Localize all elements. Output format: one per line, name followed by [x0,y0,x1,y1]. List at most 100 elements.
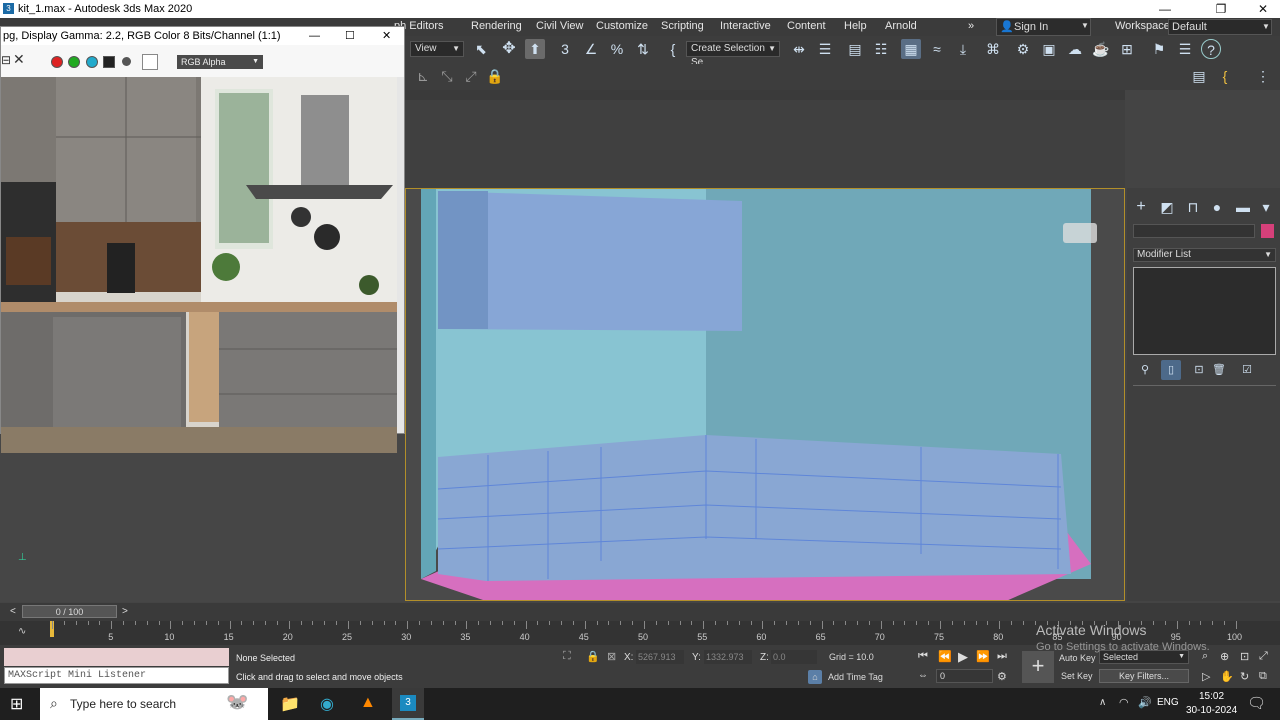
menu-overflow[interactable]: » [968,20,974,32]
sign-in-dropdown[interactable]: 👤 Sign In ▼ [996,18,1091,36]
image-scrollbar[interactable] [397,77,404,433]
language-indicator[interactable]: ENG [1157,697,1179,708]
vlc-icon[interactable]: ▲ [360,694,376,712]
utilities-tab-icon[interactable]: ▾ [1259,197,1273,217]
named-selection-icon[interactable]: { [663,39,683,59]
render-in-cloud-icon[interactable]: ⊞ [1117,39,1137,59]
time-configuration-icon[interactable]: ⚙ [997,670,1007,683]
absolute-mode-icon[interactable]: ⊠ [607,650,616,663]
menu-customize[interactable]: Customize [596,20,648,32]
previous-frame-icon[interactable]: ⏪ [938,650,952,663]
maximize-icon[interactable]: ☐ [345,27,355,45]
x-coordinate-field[interactable]: 5267.913 [636,650,684,664]
menu-interactive[interactable]: Interactive [720,20,771,32]
pin-stack-icon[interactable]: ⚲ [1135,360,1155,380]
current-frame-field[interactable]: 0 [936,669,993,683]
modifier-list-dropdown[interactable]: Modifier List ▼ [1133,248,1276,262]
curve-editor-icon[interactable]: ≈ [927,39,947,59]
arnold-icon[interactable]: ⚑ [1149,39,1169,59]
menu-scripting[interactable]: Scripting [661,20,704,32]
configure-modifier-sets-icon[interactable]: ☑ [1237,360,1257,380]
green-channel-icon[interactable] [68,56,80,68]
named-selection-set-dropdown[interactable]: Create Selection Se ▼ [686,41,780,68]
dope-sheet-icon[interactable]: ⤓ [953,39,973,59]
channel-dropdown[interactable]: RGB Alpha ▼ [177,55,263,69]
menu-content[interactable]: Content [787,20,826,32]
move-icon[interactable]: ✥ [499,39,519,59]
menu-help[interactable]: Help [844,20,867,32]
align-icon[interactable]: ☰ [815,39,835,59]
bind-icon[interactable]: ⤡ [437,66,457,86]
workspace-dropdown[interactable]: Default ▼ [1168,19,1272,35]
notification-icon[interactable]: 🗨 [1247,694,1266,712]
hierarchy-tab-icon[interactable]: ⊓ [1183,197,1203,217]
set-key-button[interactable]: Set Key [1061,671,1093,681]
key-filters-button[interactable]: Key Filters... [1099,669,1189,683]
reference-coordinate-dropdown[interactable]: View ▼ [410,41,464,57]
render-setup-icon[interactable]: ▣ [1039,39,1059,59]
go-to-end-icon[interactable]: ⏭ [997,650,1007,663]
constraint-icon[interactable]: ⊾ [413,66,433,86]
mirror-icon[interactable]: ⇹ [789,39,809,59]
left-viewport-area[interactable]: ⊥ [0,432,405,602]
isolate-icon[interactable]: ⛶ [563,650,571,663]
volume-icon[interactable]: 🔊 [1138,696,1152,709]
z-coordinate-field[interactable]: 0.0 [771,650,817,664]
next-frame-icon[interactable]: ⏩ [976,650,990,663]
y-coordinate-field[interactable]: 1332.973 [704,650,752,664]
monochrome-icon[interactable] [122,57,131,66]
menu-civil-view[interactable]: Civil View [536,20,583,32]
render-production-icon[interactable]: ☕ [1091,39,1111,59]
percent-snap-icon[interactable]: % [607,39,627,59]
time-next-button[interactable]: > [122,606,128,617]
swatch-icon[interactable] [142,54,158,70]
play-icon[interactable]: ▶ [958,649,968,665]
pan-view-icon[interactable]: ✋ [1220,670,1234,683]
layer-explorer-icon[interactable]: ☷ [871,39,891,59]
orbit-icon[interactable]: ↻ [1240,670,1249,683]
link-icon[interactable]: ⤢ [461,66,481,86]
material-editor-icon[interactable]: ⚙ [1013,39,1033,59]
select-object-icon[interactable]: ⬉ [471,39,491,59]
maximize-button[interactable]: ❐ [1198,0,1244,18]
clock-date[interactable]: 30-10-2024 [1186,705,1237,716]
clock-time[interactable]: 15:02 [1199,691,1224,702]
show-end-result-icon[interactable]: ▯ [1161,360,1181,380]
set-keys-icon[interactable]: + [1022,651,1054,683]
rendered-frame-window-icon[interactable]: ☁ [1065,39,1085,59]
zoom-all-icon[interactable]: ⊕ [1220,650,1229,663]
object-color-swatch[interactable] [1261,224,1274,238]
time-prev-button[interactable]: < [10,606,16,617]
alpha-channel-icon[interactable] [103,56,115,68]
time-slider-thumb[interactable]: 0 / 100 [22,605,117,618]
display-tab-icon[interactable]: ▬ [1233,197,1253,217]
create-tab-icon[interactable]: + [1131,197,1151,217]
taskbar-search-box[interactable]: ⌕ Type here to search 🐭 [40,688,268,720]
maxscript-output[interactable] [4,648,229,666]
key-mode-icon[interactable]: ⇔ [918,670,928,681]
file-explorer-icon[interactable]: 📁 [280,694,300,714]
brace-icon[interactable]: { [1215,66,1235,86]
maximize-viewport-icon[interactable]: ⧉ [1259,670,1267,683]
motion-tab-icon[interactable]: ● [1207,197,1227,217]
blue-channel-icon[interactable] [86,56,98,68]
minimize-icon[interactable]: — [309,27,320,45]
wifi-icon[interactable]: ◠ [1119,696,1129,709]
panel-menu-icon[interactable]: ⋮ [1253,66,1273,86]
auto-key-button[interactable]: Auto Key [1059,653,1096,663]
field-of-view-icon[interactable]: ▷ [1202,670,1210,683]
modify-tab-icon[interactable]: ◩ [1157,197,1177,217]
object-name-field[interactable] [1133,224,1255,238]
toggle-ribbon-icon[interactable]: ▦ [901,39,921,59]
menu-arnold[interactable]: Arnold [885,20,917,32]
windows-start-icon[interactable]: ⊞ [10,694,23,714]
taskbar-3dsmax[interactable]: 3 [392,688,424,720]
menu-rendering[interactable]: Rendering [471,20,522,32]
make-unique-icon[interactable]: ⊡ [1189,360,1209,380]
time-tag-icon[interactable]: ⌂ [808,670,822,684]
remove-modifier-icon[interactable]: 🗑 [1209,360,1229,380]
lock-icon[interactable]: 🔒 [485,66,505,86]
zoom-extents-icon[interactable]: ⊡ [1240,650,1249,663]
modifier-stack[interactable] [1133,267,1276,355]
angle-snap-icon[interactable]: ∠ [581,39,601,59]
